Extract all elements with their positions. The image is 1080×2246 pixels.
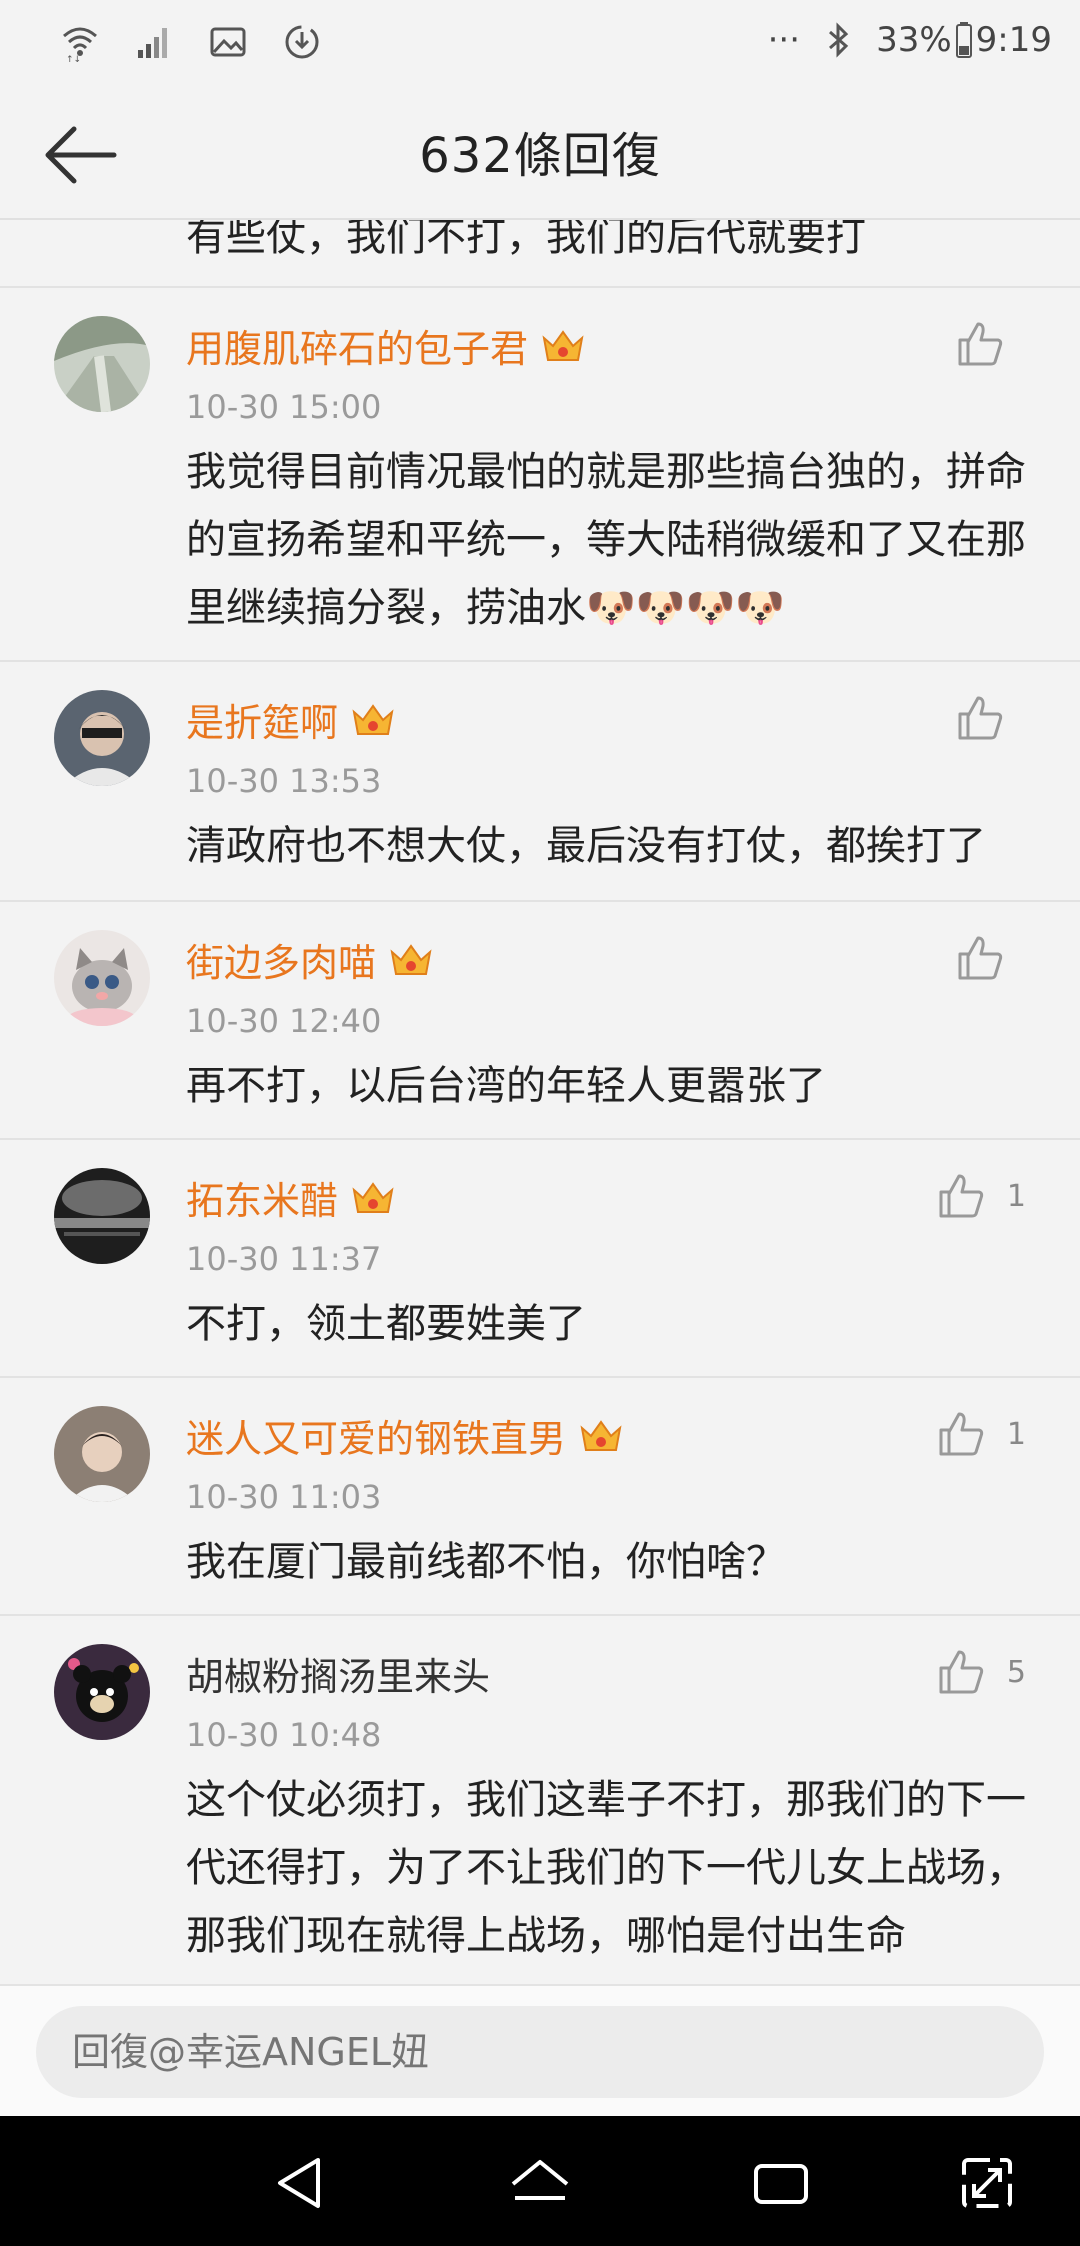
- username-text: 是折筵啊: [186, 701, 339, 745]
- like-button[interactable]: 5: [935, 1646, 1026, 1698]
- like-button[interactable]: 1: [935, 1170, 1026, 1222]
- comment-text: 再不打，以后台湾的年轻人更嚣张了: [186, 1063, 826, 1109]
- svg-text:↑↓: ↑↓: [66, 55, 81, 62]
- crown-badge-icon: [542, 329, 584, 361]
- username-text: 街边多肉喵: [186, 941, 377, 985]
- comment-text: 清政府也不想大仗，最后没有打仗，都挨打了: [186, 823, 986, 869]
- comment-item[interactable]: 是折筵啊 10-30 13:53 清政府也不想大仗，最后没有打仗，都挨打了: [0, 660, 1080, 900]
- reply-bar: [0, 1984, 1080, 2118]
- crown-badge-icon: [390, 943, 432, 975]
- avatar[interactable]: [54, 930, 150, 1026]
- comment-time: 10-30 10:48: [186, 1716, 382, 1754]
- crown-badge-icon: [352, 1181, 394, 1213]
- username[interactable]: 街边多肉喵: [186, 932, 434, 987]
- thumbs-up-icon: [958, 696, 1003, 740]
- comment-item[interactable]: 街边多肉喵 10-30 12:40 再不打，以后台湾的年轻人更嚣张了: [0, 900, 1080, 1140]
- username-text: 胡椒粉搁汤里来头: [186, 1655, 491, 1699]
- comment-item[interactable]: 胡椒粉搁汤里来头 10-30 10:48 5 这个仗必须打，我们这辈子不打，那我…: [0, 1614, 1080, 1984]
- home-icon[interactable]: [505, 2148, 575, 2218]
- username[interactable]: 用腹肌碎石的包子君: [186, 318, 586, 373]
- like-button[interactable]: [954, 318, 1026, 370]
- clock: 9:19: [975, 20, 1052, 60]
- recent-apps-icon[interactable]: [746, 2148, 816, 2218]
- username[interactable]: 是折筵啊: [186, 692, 396, 747]
- reply-input[interactable]: [36, 2006, 1044, 2098]
- comment-time: 10-30 11:03: [186, 1478, 382, 1516]
- bluetooth-icon: [829, 22, 849, 58]
- comment-time: 10-30 15:00: [186, 388, 382, 426]
- like-button[interactable]: 1: [935, 1408, 1026, 1460]
- comment-text: 我觉得目前情况最怕的就是那些搞台独的，拼命的宣扬希望和平统一，等大陆稍微缓和了又…: [186, 449, 1026, 631]
- comment-time: 10-30 11:37: [186, 1240, 382, 1278]
- like-count: 1: [1006, 1416, 1026, 1452]
- username[interactable]: 胡椒粉搁汤里来头: [186, 1646, 490, 1701]
- avatar[interactable]: [54, 1168, 150, 1264]
- thumbs-up-icon: [958, 936, 1003, 980]
- battery-level: 33%: [876, 20, 952, 60]
- comment-list[interactable]: 有些仗，我们不打，我们的后代就要打 用腹肌碎石的包子君 10-30 15:00: [0, 220, 1080, 1984]
- comment-text: 我在厦门最前线都不怕，你怕啥？: [186, 1539, 786, 1585]
- download-icon: [285, 25, 319, 59]
- comment-item[interactable]: 迷人又可爱的钢铁直男 10-30 11:03 1 我在厦门最前线都不怕，你怕啥？: [0, 1376, 1080, 1616]
- app-bar: 632條回復: [0, 90, 1080, 220]
- like-button[interactable]: [954, 692, 1026, 744]
- username-text: 拓东米醋: [186, 1179, 339, 1223]
- comment-item[interactable]: 拓东米醋 10-30 11:37 1 不打，领土都要姓美了: [0, 1138, 1080, 1378]
- username-text: 用腹肌碎石的包子君: [186, 327, 529, 371]
- signal-icon: [138, 28, 167, 58]
- avatar[interactable]: [54, 1406, 150, 1502]
- wifi-icon: ↑↓: [63, 27, 97, 62]
- back-triangle-icon[interactable]: [266, 2148, 336, 2218]
- thumbs-up-icon: [939, 1174, 984, 1218]
- avatar[interactable]: [54, 690, 150, 786]
- thumbs-up-icon: [958, 322, 1003, 366]
- crown-badge-icon: [352, 703, 394, 735]
- status-bar: ↑↓ ··· 33% 9:19: [0, 0, 1080, 90]
- crown-badge-icon: [580, 1419, 622, 1451]
- thumbs-up-icon: [939, 1650, 984, 1694]
- system-nav-bar: [0, 2116, 1080, 2246]
- expand-icon[interactable]: [952, 2148, 1022, 2218]
- more-indicator: ···: [767, 20, 801, 60]
- avatar[interactable]: [54, 1644, 150, 1740]
- image-icon: [210, 27, 246, 57]
- battery-icon: [955, 22, 972, 58]
- comment-text: 不打，领土都要姓美了: [186, 1301, 586, 1347]
- comment-time: 10-30 12:40: [186, 1002, 382, 1040]
- like-button[interactable]: [954, 932, 1026, 984]
- comment-time: 10-30 13:53: [186, 762, 382, 800]
- comment-text: 这个仗必须打，我们这辈子不打，那我们的下一代还得打，为了不让我们的下一代儿女上战…: [186, 1777, 1026, 1959]
- username[interactable]: 迷人又可爱的钢铁直男: [186, 1408, 624, 1463]
- partial-comment-text: 有些仗，我们不打，我们的后代就要打: [186, 220, 866, 260]
- username[interactable]: 拓东米醋: [186, 1170, 396, 1225]
- like-count: 5: [1006, 1654, 1026, 1690]
- username-text: 迷人又可爱的钢铁直男: [186, 1417, 567, 1461]
- page-title: 632條回復: [419, 128, 661, 184]
- like-count: 1: [1006, 1178, 1026, 1214]
- comment-item[interactable]: 用腹肌碎石的包子君 10-30 15:00 我觉得目前情况最怕的就是那些搞台独的…: [0, 286, 1080, 660]
- avatar[interactable]: [54, 316, 150, 412]
- thumbs-up-icon: [939, 1412, 984, 1456]
